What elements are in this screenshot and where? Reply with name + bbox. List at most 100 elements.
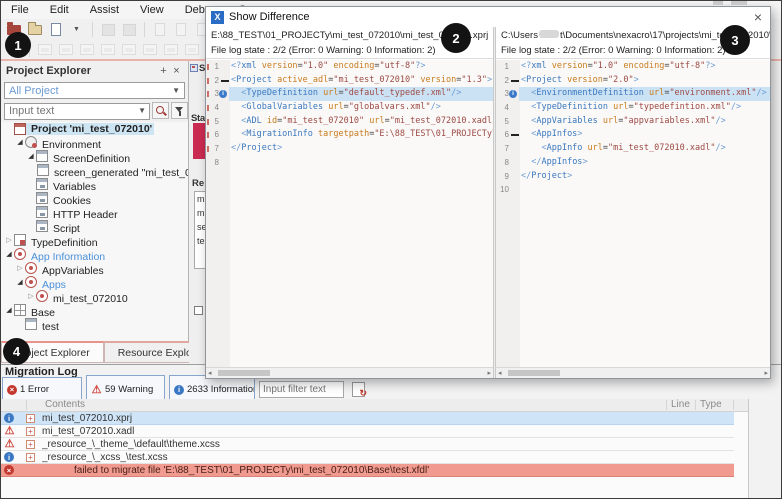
tree-item-body[interactable]: HTTP Header — [36, 206, 120, 221]
code-line[interactable]: 7 <AppInfo url="mi_test_072010.xadl"/> — [496, 142, 770, 156]
menu-edit[interactable]: Edit — [50, 4, 69, 16]
tree-item-body[interactable]: mi_test_072010 — [36, 290, 130, 305]
tree-item-body[interactable]: test — [25, 318, 61, 333]
code-line[interactable]: 7</Project> — [206, 142, 493, 156]
code-line[interactable]: 5 <AppVariables url="appvariables.xml"/> — [496, 115, 770, 129]
right-code-view[interactable]: 1<?xml version="1.0" encoding="utf-8"?>2… — [496, 60, 770, 367]
open-file-icon[interactable] — [26, 21, 44, 38]
tree-item[interactable]: ◢Environment — [1, 136, 188, 150]
code-line[interactable]: 2<Project version="2.0"> — [496, 74, 770, 88]
tree-item[interactable]: Script — [1, 220, 188, 234]
dialog-titlebar[interactable]: X Show Difference × — [206, 7, 770, 27]
log-row[interactable]: i+_resource_\_xcss_\test.xcss — [1, 451, 734, 464]
scroll-left-icon[interactable]: ◂ — [498, 369, 502, 377]
tree-item-body[interactable]: Base — [14, 304, 57, 319]
menu-file[interactable]: File — [11, 4, 29, 16]
tree-item[interactable]: ◢ScreenDefinition — [1, 150, 188, 164]
tree-item[interactable]: HTTP Header — [1, 206, 188, 220]
background-checkbox-fragment[interactable] — [194, 306, 203, 315]
expander-collapsed-icon[interactable]: ▷ — [15, 262, 25, 276]
code-line[interactable]: 3i <TypeDefinition url="default_typedef.… — [206, 87, 493, 101]
tree-item[interactable]: screen_generated "mi_test_072010" — [1, 164, 188, 178]
left-hscrollbar[interactable]: ◂ ▸ — [206, 367, 493, 378]
fold-collapse-icon[interactable] — [221, 80, 229, 82]
expander-expanded-icon[interactable]: ◢ — [26, 150, 36, 164]
tree-item-body[interactable]: Project 'mi_test_072010' — [14, 123, 154, 135]
tree-item[interactable]: ◢App Information — [1, 248, 188, 262]
expander-expanded-icon[interactable]: ◢ — [4, 304, 14, 318]
code-line[interactable]: 4 <TypeDefinition url="typedefintion.xml… — [496, 101, 770, 115]
tree-item[interactable]: ◢Base — [1, 304, 188, 318]
expander-collapsed-icon[interactable]: ▷ — [26, 290, 36, 304]
fold-collapse-icon[interactable] — [511, 80, 519, 82]
tree-item[interactable]: Cookies — [1, 192, 188, 206]
tree-item[interactable]: test — [1, 318, 188, 332]
tree-item-body[interactable]: App Information — [14, 248, 107, 263]
pin-icon[interactable]: + — [157, 65, 170, 77]
log-filter-input[interactable] — [259, 381, 344, 398]
menu-assist[interactable]: Assist — [90, 4, 119, 16]
log-row[interactable]: ⚠+_resource_\_theme_\default\theme.xcss — [1, 438, 734, 451]
code-line[interactable]: 6 <AppInfos> — [496, 128, 770, 142]
project-filter-combo[interactable]: All Project ▼ — [4, 82, 185, 99]
code-line[interactable]: 1<?xml version="1.0" encoding="utf-8"?> — [206, 60, 493, 74]
tree-item-body[interactable]: screen_generated "mi_test_072010" — [37, 164, 188, 179]
code-line[interactable]: 4 <GlobalVariables url="globalvars.xml"/… — [206, 101, 493, 115]
tree-item[interactable]: Variables — [1, 178, 188, 192]
tree-item[interactable]: ◢Apps — [1, 276, 188, 290]
tree-search-input[interactable] — [4, 103, 150, 120]
new-document-dropdown[interactable]: ▼ — [68, 21, 86, 38]
column-line[interactable]: Line — [671, 399, 690, 410]
tree-item-body[interactable]: AppVariables — [25, 262, 106, 277]
code-line[interactable]: 3i <EnvironmentDefinition url="environme… — [496, 87, 770, 101]
chevron-down-icon[interactable]: ▼ — [138, 106, 146, 115]
menu-view[interactable]: View — [140, 4, 164, 16]
new-document-icon[interactable] — [47, 21, 65, 38]
scroll-thumb[interactable] — [508, 370, 560, 376]
tree-item-body[interactable]: Variables — [36, 178, 98, 193]
code-line[interactable]: 8 </AppInfos> — [496, 156, 770, 170]
right-hscrollbar[interactable]: ◂ ▸ — [496, 367, 770, 378]
expand-plus-icon[interactable]: + — [26, 414, 35, 423]
tree-item[interactable]: ▷mi_test_072010 — [1, 290, 188, 304]
code-line[interactable]: 10 — [496, 183, 770, 197]
dialog-close-icon[interactable]: × — [754, 9, 762, 25]
tree-item[interactable]: ▷TypeDefinition — [1, 234, 188, 248]
expander-collapsed-icon[interactable]: ▷ — [4, 234, 14, 248]
tree-item-body[interactable]: Script — [36, 220, 82, 235]
tree-item-body[interactable]: ScreenDefinition — [36, 150, 132, 165]
filter-funnel-icon[interactable] — [171, 102, 188, 119]
expander-expanded-icon[interactable]: ◢ — [4, 248, 14, 262]
tree-item[interactable]: ▷AppVariables — [1, 262, 188, 276]
expand-plus-icon[interactable]: + — [26, 453, 35, 462]
expander-expanded-icon[interactable]: ◢ — [15, 136, 25, 150]
column-contents[interactable]: Contents — [45, 399, 85, 410]
expand-plus-icon[interactable]: + — [26, 440, 35, 449]
tree-item[interactable]: Project 'mi_test_072010' — [1, 122, 188, 136]
tree-item-body[interactable]: TypeDefinition — [14, 234, 100, 249]
scroll-thumb[interactable] — [218, 370, 270, 376]
tree-item-body[interactable]: Cookies — [36, 192, 93, 207]
scroll-left-icon[interactable]: ◂ — [208, 369, 212, 377]
code-line[interactable]: 2<Project active_adl="mi_test_072010" ve… — [206, 74, 493, 88]
log-row[interactable]: ×failed to migrate file 'E:\88_TEST\01_P… — [1, 464, 734, 477]
search-icon[interactable] — [152, 102, 169, 119]
tree-item-body[interactable]: Apps — [25, 276, 68, 291]
fold-collapse-icon[interactable] — [511, 134, 519, 136]
expander-expanded-icon[interactable]: ◢ — [15, 276, 25, 290]
log-row[interactable]: i+mi_test_072010.xprj — [1, 412, 734, 425]
refresh-filter-icon[interactable] — [352, 382, 365, 397]
code-line[interactable]: 8 — [206, 156, 493, 170]
left-code-view[interactable]: 1<?xml version="1.0" encoding="utf-8"?>2… — [206, 60, 493, 367]
code-line[interactable]: 1<?xml version="1.0" encoding="utf-8"?> — [496, 60, 770, 74]
code-line[interactable]: 9</Project> — [496, 170, 770, 184]
tree-item-body[interactable]: Environment — [25, 136, 103, 151]
scroll-right-icon[interactable]: ▸ — [487, 369, 491, 377]
log-row[interactable]: ⚠+mi_test_072010.xadl — [1, 425, 734, 438]
expand-plus-icon[interactable]: + — [26, 427, 35, 436]
scroll-right-icon[interactable]: ▸ — [764, 369, 768, 377]
close-icon[interactable]: × — [170, 65, 183, 77]
code-line[interactable]: 5 <ADL id="mi_test_072010" url="mi_test_… — [206, 115, 493, 129]
code-line[interactable]: 6 <MigrationInfo targetpath="E:\88_TEST\… — [206, 128, 493, 142]
column-type[interactable]: Type — [700, 399, 722, 410]
